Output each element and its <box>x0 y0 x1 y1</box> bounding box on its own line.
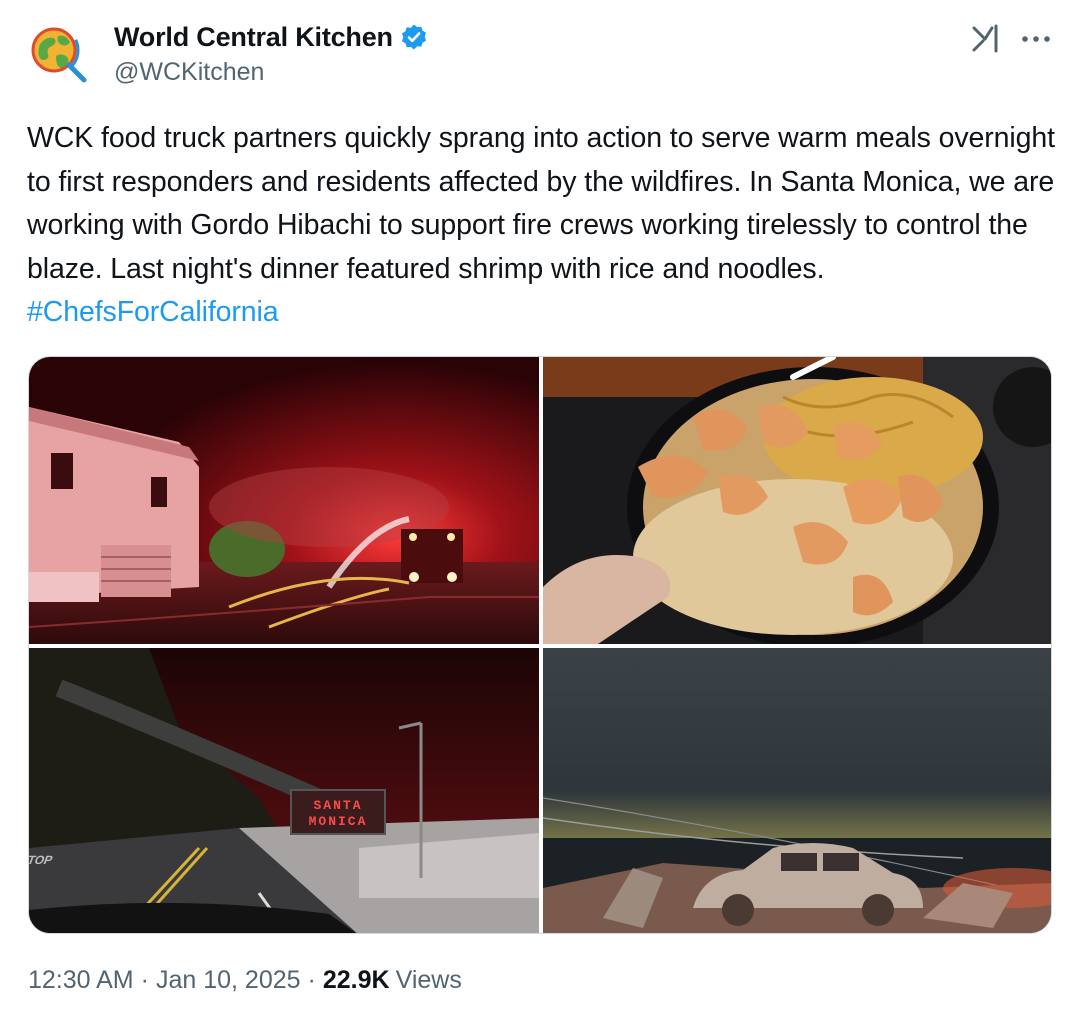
media-grid: STOP SANTA MONICA <box>28 356 1052 934</box>
photo-santa-monica-sign[interactable]: STOP SANTA MONICA <box>29 648 539 933</box>
sign-line-2: MONICA <box>309 814 368 829</box>
photo-shrimp-rice-bowl[interactable] <box>543 357 1051 644</box>
author-display-name[interactable]: World Central Kitchen <box>114 22 393 53</box>
tweet-meta: 12:30 AM · Jan 10, 2025 · 22.9K Views <box>28 966 462 995</box>
views-count[interactable]: 22.9K <box>323 966 390 995</box>
sign-line-1: SANTA <box>313 798 362 813</box>
photo-fire-truck-street[interactable] <box>29 357 539 644</box>
photo-burned-car-coast[interactable] <box>543 648 1051 933</box>
author-name-row: World Central Kitchen <box>114 20 428 54</box>
author-handle[interactable]: @WCKitchen <box>114 58 264 87</box>
hashtag-link[interactable]: #ChefsForCalifornia <box>27 296 279 328</box>
tweet-date[interactable]: Jan 10, 2025 <box>156 966 301 995</box>
meta-separator-2: · <box>307 966 316 994</box>
views-label: Views <box>395 966 462 994</box>
grok-icon[interactable] <box>968 22 1002 56</box>
more-dots-icon[interactable] <box>1016 22 1056 56</box>
tweet-header: World Central Kitchen @WCKitchen <box>0 0 1080 110</box>
tweet-text: WCK food truck partners quickly sprang i… <box>27 117 1057 335</box>
wck-globe-logo-icon[interactable] <box>26 22 90 86</box>
tweet-time[interactable]: 12:30 AM <box>28 966 134 995</box>
meta-separator: · <box>140 966 149 994</box>
tweet-body: WCK food truck partners quickly sprang i… <box>27 122 1055 285</box>
verified-badge-icon[interactable] <box>400 23 428 51</box>
